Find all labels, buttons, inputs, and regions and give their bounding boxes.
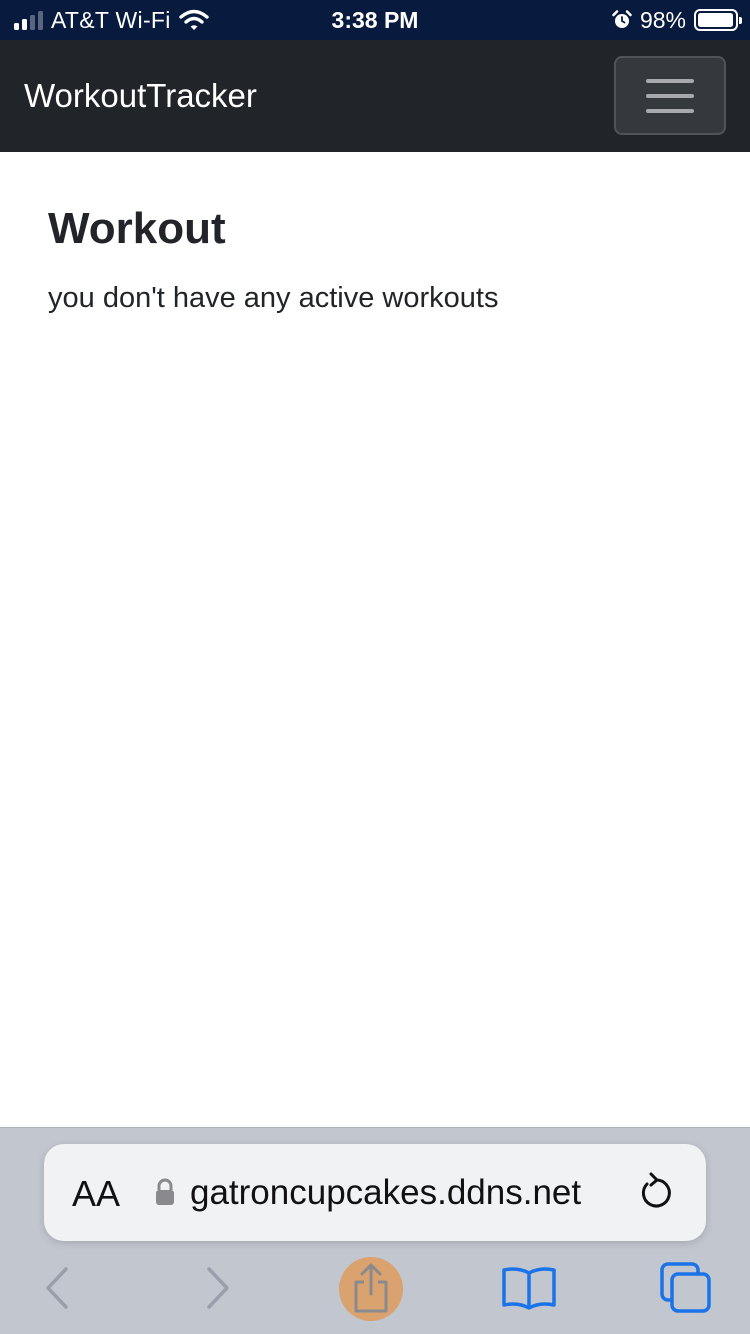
reload-icon[interactable]	[638, 1172, 674, 1212]
url-text[interactable]: gatroncupcakes.ddns.net	[190, 1144, 581, 1241]
bookmarks-button[interactable]	[493, 1258, 565, 1318]
back-button[interactable]	[21, 1258, 93, 1318]
back-icon	[46, 1267, 68, 1309]
battery-icon	[694, 9, 742, 31]
browser-toolbar: AA gatroncupcakes.ddns.net	[0, 1127, 750, 1334]
empty-state-message: you don't have any active workouts	[48, 282, 499, 314]
bookmarks-icon	[502, 1267, 556, 1310]
tabs-icon	[660, 1262, 711, 1313]
navbar-brand[interactable]: WorkoutTracker	[24, 40, 257, 152]
status-right: 98%	[612, 0, 742, 40]
lock-icon	[156, 1178, 174, 1205]
main-content: Workout you don't have any active workou…	[48, 152, 708, 318]
battery-percent: 98%	[639, 6, 686, 33]
hamburger-icon	[646, 78, 694, 113]
status-bar: AT&T Wi-Fi 3:38 PM 98%	[0, 0, 750, 40]
share-icon	[354, 1263, 388, 1313]
tabs-button[interactable]	[650, 1258, 722, 1318]
address-bar[interactable]: AA gatroncupcakes.ddns.net	[44, 1144, 706, 1241]
text-size-button[interactable]: AA	[72, 1144, 120, 1241]
share-button[interactable]	[335, 1258, 407, 1318]
forward-button[interactable]	[182, 1258, 254, 1318]
navbar-toggler-button[interactable]	[614, 56, 726, 135]
forward-icon	[207, 1267, 229, 1309]
battery-level-fill	[698, 13, 734, 27]
page-title: Workout	[48, 204, 226, 253]
alarm-icon	[612, 10, 632, 28]
navbar: WorkoutTracker	[0, 40, 750, 152]
